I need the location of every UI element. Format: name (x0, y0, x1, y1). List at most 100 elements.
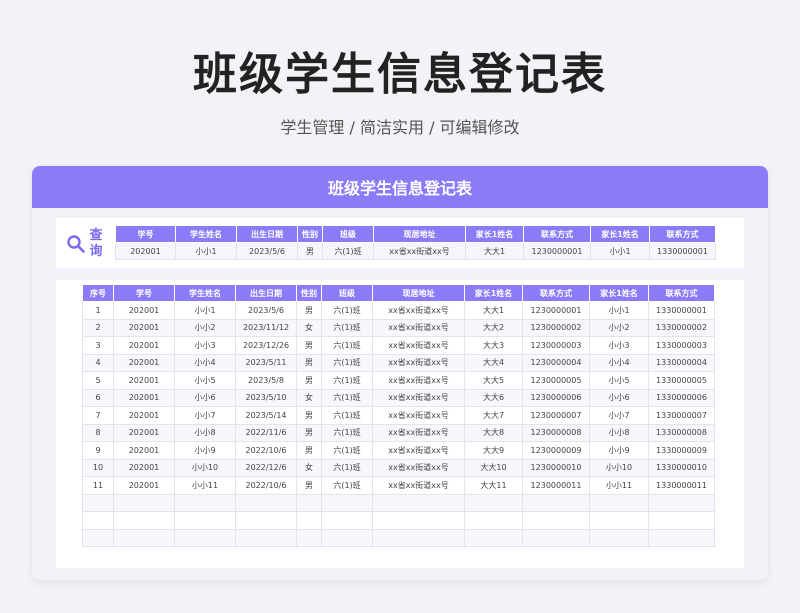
table-cell[interactable]: 六(1)班 (321, 353, 373, 372)
table-cell[interactable]: 男 (296, 336, 322, 355)
table-cell[interactable]: 10 (82, 458, 114, 477)
table-cell[interactable]: 女 (296, 458, 322, 477)
table-cell[interactable]: 小小2 (589, 318, 649, 337)
table-cell[interactable]: 2023/5/8 (235, 371, 297, 390)
table-cell[interactable]: 女 (296, 318, 322, 337)
table-cell[interactable]: 大大9 (464, 441, 523, 460)
table-cell[interactable] (296, 493, 322, 512)
table-cell[interactable]: 2023/5/10 (235, 388, 297, 407)
query-button[interactable]: 查询 (66, 224, 110, 264)
table-cell[interactable]: 大大1 (464, 301, 523, 320)
table-cell[interactable] (372, 493, 465, 512)
table-cell[interactable]: 六(1)班 (321, 301, 373, 320)
table-cell[interactable]: 202001 (113, 388, 175, 407)
table-cell[interactable]: 1230000004 (522, 353, 590, 372)
table-cell[interactable] (321, 511, 373, 530)
table-cell[interactable]: 8 (82, 423, 114, 442)
table-cell[interactable] (296, 528, 322, 547)
table-cell[interactable] (464, 493, 523, 512)
table-cell[interactable]: 小小6 (174, 388, 236, 407)
table-cell[interactable] (522, 511, 590, 530)
table-cell[interactable] (235, 493, 297, 512)
table-cell[interactable]: 小小4 (174, 353, 236, 372)
table-cell[interactable]: 2022/12/6 (235, 458, 297, 477)
table-cell[interactable]: 1230000003 (522, 336, 590, 355)
table-cell[interactable]: 1330000009 (648, 441, 715, 460)
table-cell[interactable] (522, 493, 590, 512)
table-cell[interactable]: xx省xx街道xx号 (372, 318, 465, 337)
table-cell[interactable]: 2 (82, 318, 114, 337)
table-cell[interactable]: 大大7 (464, 406, 523, 425)
table-cell[interactable]: 3 (82, 336, 114, 355)
table-cell[interactable]: 男 (296, 476, 322, 495)
query-cell[interactable]: 2023/5/6 (236, 242, 298, 260)
table-cell[interactable] (648, 528, 715, 547)
table-cell[interactable]: 2023/5/6 (235, 301, 297, 320)
query-cell[interactable]: 1230000001 (523, 242, 591, 260)
table-cell[interactable] (589, 493, 649, 512)
table-cell[interactable]: 小小7 (174, 406, 236, 425)
table-cell[interactable]: 小小1 (174, 301, 236, 320)
table-cell[interactable] (372, 528, 465, 547)
table-cell[interactable] (82, 511, 114, 530)
table-cell[interactable]: 2022/10/6 (235, 441, 297, 460)
table-cell[interactable] (464, 511, 523, 530)
table-cell[interactable]: 小小9 (589, 441, 649, 460)
table-cell[interactable] (648, 493, 715, 512)
table-cell[interactable] (296, 511, 322, 530)
table-cell[interactable] (589, 511, 649, 530)
table-cell[interactable]: xx省xx街道xx号 (372, 388, 465, 407)
table-cell[interactable]: 六(1)班 (321, 441, 373, 460)
table-cell[interactable]: 大大8 (464, 423, 523, 442)
table-cell[interactable]: 202001 (113, 423, 175, 442)
table-cell[interactable]: 大大4 (464, 353, 523, 372)
table-cell[interactable]: 1230000007 (522, 406, 590, 425)
table-cell[interactable]: 小小1 (589, 301, 649, 320)
table-cell[interactable] (174, 511, 236, 530)
table-cell[interactable]: 9 (82, 441, 114, 460)
table-cell[interactable]: 小小4 (589, 353, 649, 372)
table-cell[interactable]: 1230000001 (522, 301, 590, 320)
table-cell[interactable]: 1330000004 (648, 353, 715, 372)
table-cell[interactable]: 202001 (113, 353, 175, 372)
table-cell[interactable]: 1330000007 (648, 406, 715, 425)
query-cell[interactable]: 202001 (115, 242, 176, 260)
table-cell[interactable]: 1 (82, 301, 114, 320)
table-cell[interactable]: 小小8 (589, 423, 649, 442)
table-cell[interactable]: xx省xx街道xx号 (372, 458, 465, 477)
table-cell[interactable]: 1330000003 (648, 336, 715, 355)
table-cell[interactable]: 202001 (113, 406, 175, 425)
table-cell[interactable]: 7 (82, 406, 114, 425)
table-cell[interactable]: 1230000002 (522, 318, 590, 337)
table-cell[interactable]: 男 (296, 371, 322, 390)
table-cell[interactable]: 小小5 (589, 371, 649, 390)
table-cell[interactable] (321, 493, 373, 512)
table-cell[interactable]: 202001 (113, 458, 175, 477)
table-cell[interactable]: 2023/11/12 (235, 318, 297, 337)
table-cell[interactable]: 小小10 (589, 458, 649, 477)
table-cell[interactable]: 1330000011 (648, 476, 715, 495)
table-cell[interactable]: 男 (296, 406, 322, 425)
table-cell[interactable]: xx省xx街道xx号 (372, 476, 465, 495)
query-cell[interactable]: 男 (297, 242, 323, 260)
query-cell[interactable]: xx省xx街道xx号 (373, 242, 466, 260)
table-cell[interactable]: xx省xx街道xx号 (372, 423, 465, 442)
table-cell[interactable]: 202001 (113, 476, 175, 495)
table-cell[interactable]: 2022/11/6 (235, 423, 297, 442)
table-cell[interactable]: xx省xx街道xx号 (372, 353, 465, 372)
table-cell[interactable]: 1230000006 (522, 388, 590, 407)
table-cell[interactable] (82, 528, 114, 547)
table-cell[interactable]: 六(1)班 (321, 336, 373, 355)
table-cell[interactable]: 小小3 (589, 336, 649, 355)
query-cell[interactable]: 小小1 (590, 242, 650, 260)
table-cell[interactable]: 男 (296, 353, 322, 372)
table-cell[interactable]: 1230000005 (522, 371, 590, 390)
table-cell[interactable]: 小小9 (174, 441, 236, 460)
table-cell[interactable]: 202001 (113, 441, 175, 460)
table-cell[interactable]: 202001 (113, 336, 175, 355)
table-cell[interactable]: 1330000002 (648, 318, 715, 337)
table-cell[interactable]: 六(1)班 (321, 388, 373, 407)
table-cell[interactable] (522, 528, 590, 547)
table-cell[interactable]: 2023/5/11 (235, 353, 297, 372)
table-cell[interactable]: 1330000010 (648, 458, 715, 477)
